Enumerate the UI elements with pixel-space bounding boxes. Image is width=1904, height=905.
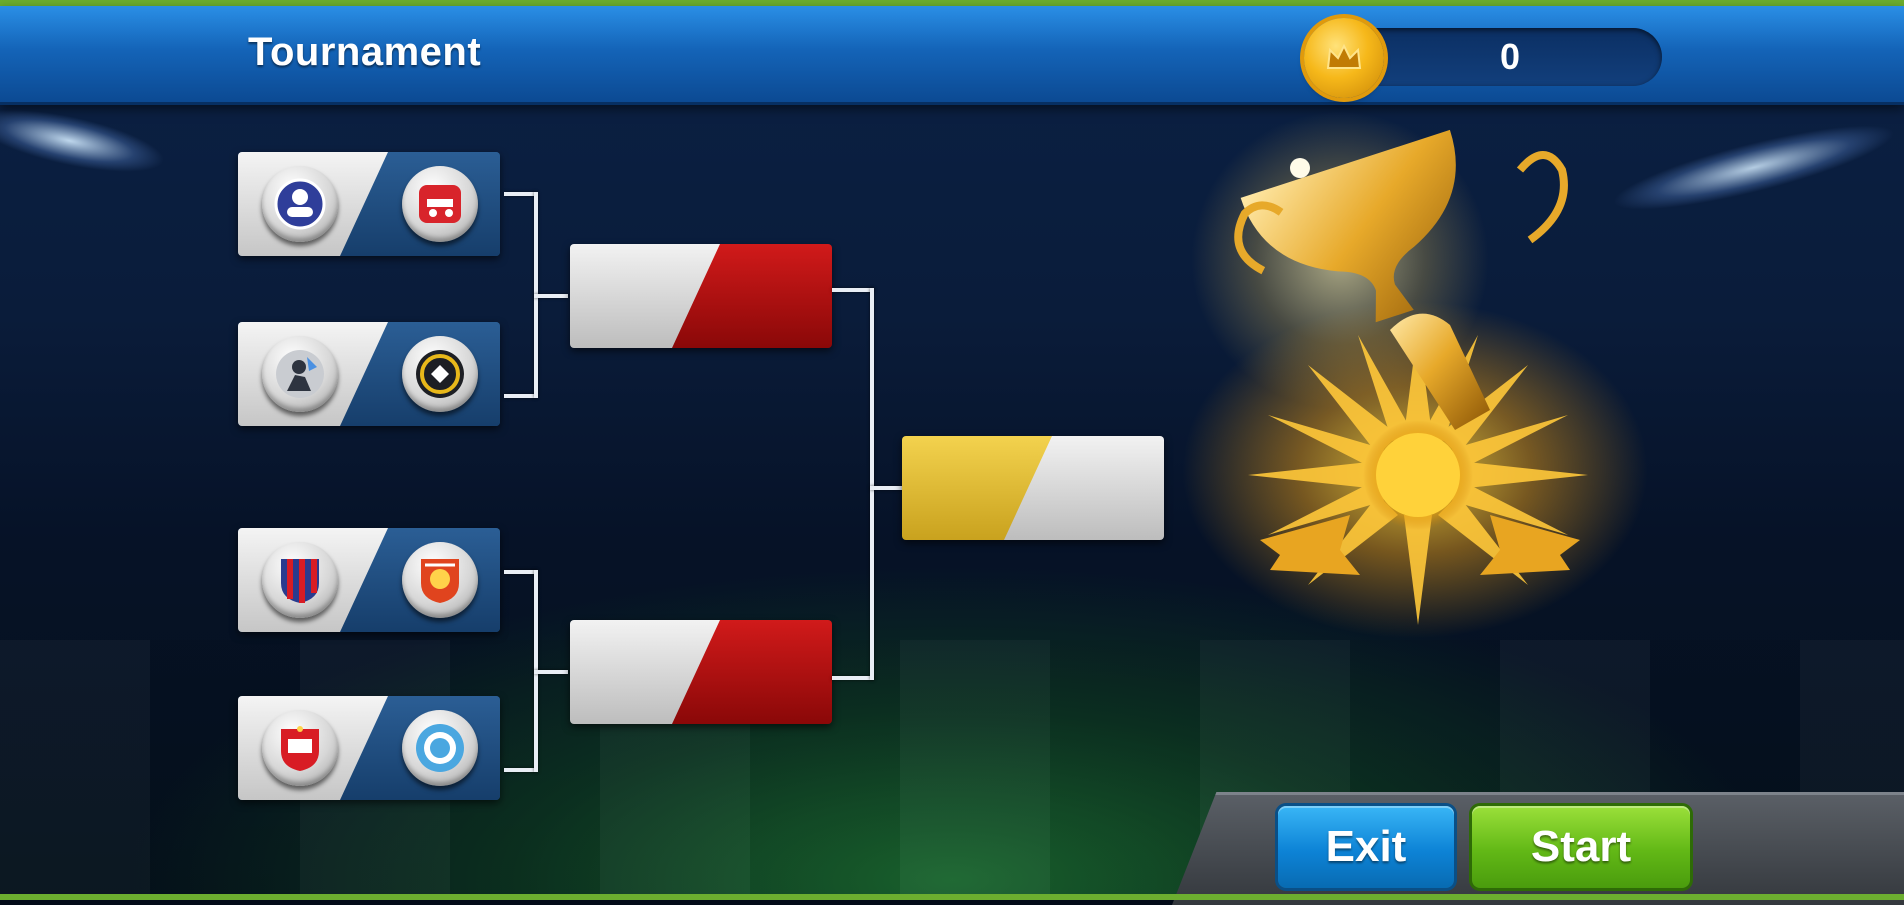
striped-club-badge-icon (262, 542, 338, 618)
yellow-ring-club-badge-icon (402, 336, 478, 412)
bracket-line (870, 288, 874, 680)
semifinal-match-2[interactable] (570, 620, 832, 724)
quarterfinal-match-3[interactable] (238, 528, 500, 632)
final-match[interactable] (902, 436, 1164, 540)
golden-trophy-icon (1234, 129, 1588, 625)
esteghlal-club-badge-icon (262, 166, 338, 242)
persepolis-club-badge-icon (262, 710, 338, 786)
bracket-line (504, 394, 536, 398)
bracket-line (534, 294, 568, 298)
quarterfinal-match-1[interactable] (238, 152, 500, 256)
bracket-line (832, 288, 874, 292)
header-bar: Tournament 0 (0, 6, 1904, 105)
crown-coin-icon (1304, 18, 1384, 98)
page-title: Tournament (248, 30, 482, 74)
sky-blue-club-badge-icon (402, 710, 478, 786)
bracket-line (504, 570, 536, 574)
start-button[interactable]: Start (1472, 806, 1690, 888)
orange-red-club-badge-icon (402, 542, 478, 618)
quarterfinal-match-2[interactable] (238, 322, 500, 426)
bracket-line (870, 486, 904, 490)
semifinal-match-1[interactable] (570, 244, 832, 348)
frame-bottom-border (0, 894, 1904, 900)
bracket-line (534, 670, 568, 674)
tractor-club-badge-icon (402, 166, 478, 242)
exit-button[interactable]: Exit (1278, 806, 1454, 888)
bracket-line (504, 192, 536, 196)
bracket-line (832, 676, 874, 680)
bracket-line (504, 768, 536, 772)
quarterfinal-match-4[interactable] (238, 696, 500, 800)
silhouette-club-badge-icon (262, 336, 338, 412)
